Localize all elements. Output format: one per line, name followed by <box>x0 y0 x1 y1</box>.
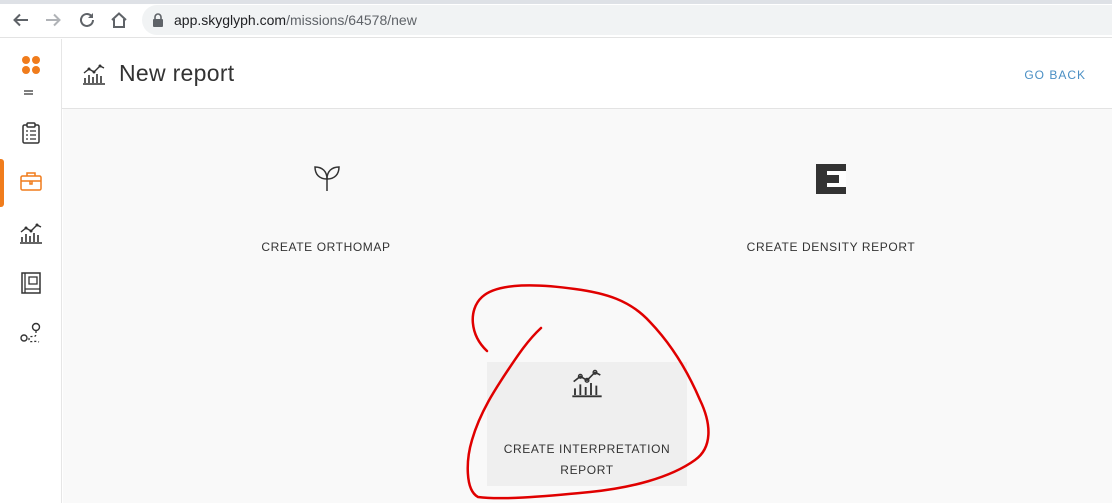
interpretation-label-line1: CREATE INTERPRETATION <box>503 442 671 456</box>
create-density-report-option[interactable]: CREATE DENSITY REPORT <box>721 159 941 269</box>
report-chart-icon <box>82 63 106 90</box>
sidebar-item-library[interactable] <box>0 261 62 305</box>
home-icon[interactable] <box>108 9 130 31</box>
browser-toolbar: app.skyglyph.com/missions/64578/new <box>0 0 1112 38</box>
page-title: New report <box>119 60 235 86</box>
book-icon <box>21 272 41 294</box>
create-orthomap-option[interactable]: CREATE ORTHOMAP <box>216 159 436 269</box>
interpretation-label-line2: REPORT <box>560 463 614 477</box>
url-host: app.skyglyph.com <box>174 12 287 28</box>
sidebar-item-missions[interactable] <box>0 111 62 155</box>
page-header: New report GO BACK <box>62 39 1112 109</box>
create-interpretation-report-option[interactable]: CREATE INTERPRETATION REPORT <box>487 362 687 486</box>
url-text: app.skyglyph.com/missions/64578/new <box>174 12 417 28</box>
app-menu-button[interactable] <box>0 42 62 100</box>
clipboard-icon <box>22 122 40 144</box>
go-back-button[interactable]: GO BACK <box>1024 68 1086 82</box>
sidebar-item-reports[interactable] <box>0 211 62 255</box>
create-orthomap-label: CREATE ORTHOMAP <box>261 240 391 254</box>
sprout-icon <box>312 164 342 197</box>
report-options-area: CREATE ORTHOMAP CREATE DENSITY REPORT CR… <box>63 109 1112 503</box>
route-icon <box>20 322 41 343</box>
sidebar-item-projects[interactable] <box>0 159 62 207</box>
briefcase-icon <box>20 172 42 191</box>
chart-icon <box>20 223 42 244</box>
address-bar[interactable]: app.skyglyph.com/missions/64578/new <box>142 5 1112 35</box>
density-icon <box>815 163 847 200</box>
apps-logo-icon <box>22 56 40 95</box>
reload-icon[interactable] <box>76 9 98 31</box>
interpretation-chart-icon <box>571 368 603 403</box>
sidebar <box>0 39 62 503</box>
back-arrow-icon[interactable] <box>10 9 32 31</box>
create-density-report-label: CREATE DENSITY REPORT <box>746 240 916 254</box>
tab-strip-edge <box>0 0 1112 4</box>
forward-arrow-icon[interactable] <box>42 9 64 31</box>
create-interpretation-report-label: CREATE INTERPRETATION REPORT <box>487 439 687 481</box>
sidebar-item-routes[interactable] <box>0 311 62 355</box>
lock-icon <box>152 13 164 32</box>
url-path: /missions/64578/new <box>286 12 417 28</box>
